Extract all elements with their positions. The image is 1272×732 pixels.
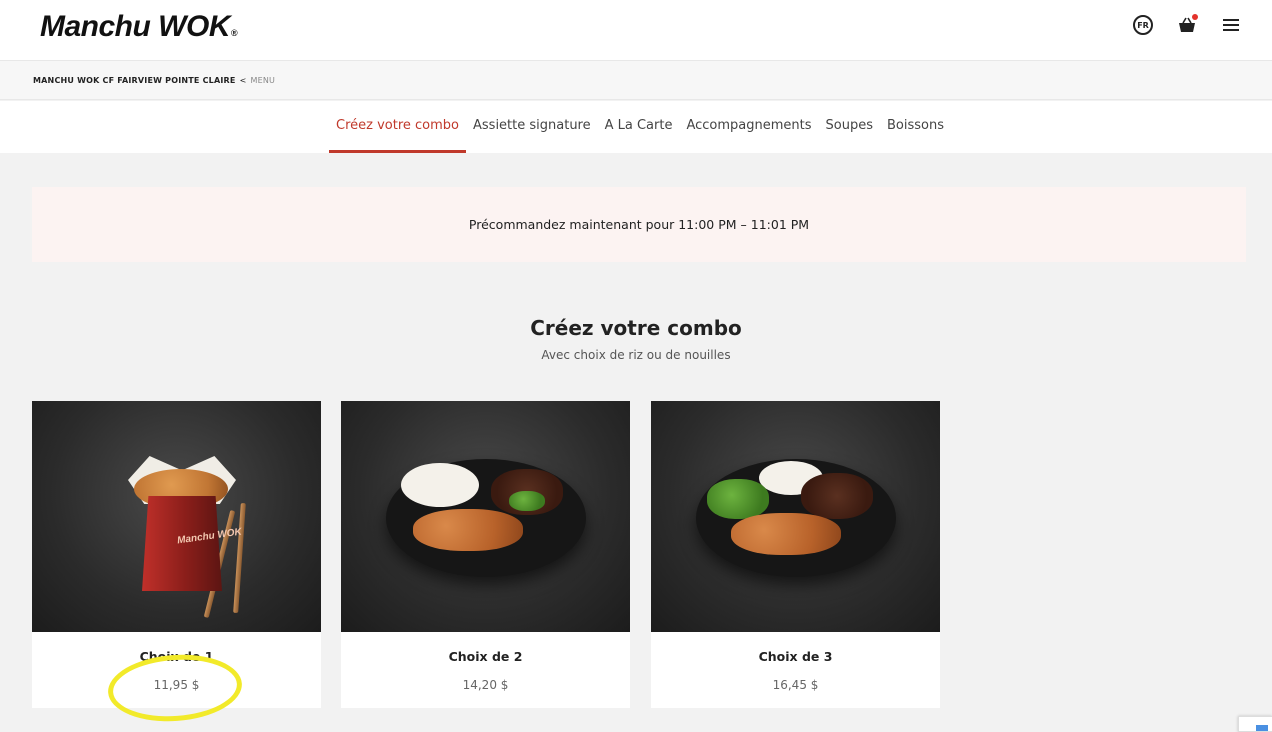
combo-card-choix-2[interactable]: Choix de 2 14,20 $ bbox=[341, 401, 630, 708]
breadcrumb-store-link[interactable]: MANCHU WOK CF FAIRVIEW POINTE CLAIRE bbox=[33, 76, 236, 85]
logo-text: Manchu WOK bbox=[40, 10, 231, 43]
cart-notification-dot bbox=[1192, 14, 1198, 20]
header-icons: FR bbox=[1132, 14, 1242, 36]
section-subtitle: Avec choix de riz ou de nouilles bbox=[541, 348, 731, 362]
breadcrumb: MANCHU WOK CF FAIRVIEW POINTE CLAIRE < MEN… bbox=[33, 76, 275, 85]
combo-image-takeout-box: Manchu WOK bbox=[32, 401, 321, 632]
combo-image-plate-2 bbox=[341, 401, 630, 632]
preorder-text: Précommandez maintenant pour 11:00 PM – … bbox=[468, 217, 810, 232]
hamburger-icon bbox=[1223, 19, 1239, 31]
cart-icon[interactable] bbox=[1176, 14, 1198, 36]
tab-accompagnements[interactable]: Accompagnements bbox=[679, 101, 818, 153]
tab-creez-votre-combo[interactable]: Créez votre combo bbox=[329, 101, 466, 153]
language-label: FR bbox=[1133, 15, 1153, 35]
combo-card-choix-1[interactable]: Manchu WOK Choix de 1 11,95 $ bbox=[32, 401, 321, 708]
language-icon[interactable]: FR bbox=[1132, 14, 1154, 36]
site-header: Manchu WOK® FR bbox=[0, 0, 1272, 60]
category-tabs: Créez votre combo Assiette signature A L… bbox=[0, 101, 1272, 153]
manchu-wok-logo[interactable]: Manchu WOK® bbox=[40, 10, 238, 44]
menu-icon[interactable] bbox=[1220, 14, 1242, 36]
breadcrumb-separator: < bbox=[239, 76, 247, 85]
combo-name: Choix de 1 bbox=[139, 649, 214, 664]
combo-price: 16,45 $ bbox=[772, 678, 819, 692]
combo-name: Choix de 3 bbox=[758, 649, 833, 664]
combo-price: 11,95 $ bbox=[153, 678, 200, 692]
combo-name: Choix de 2 bbox=[448, 649, 523, 664]
breadcrumb-bar: MANCHU WOK CF FAIRVIEW POINTE CLAIRE < MEN… bbox=[0, 60, 1272, 100]
tab-soupes[interactable]: Soupes bbox=[819, 101, 880, 153]
breadcrumb-current: MENU bbox=[250, 76, 276, 85]
tab-boissons[interactable]: Boissons bbox=[880, 101, 951, 153]
preorder-banner: Précommandez maintenant pour 11:00 PM – … bbox=[32, 187, 1246, 262]
recaptcha-badge[interactable] bbox=[1238, 716, 1272, 732]
combo-image-plate-3 bbox=[651, 401, 940, 632]
tab-a-la-carte[interactable]: A La Carte bbox=[598, 101, 680, 153]
section-title: Créez votre combo bbox=[530, 316, 742, 340]
tab-assiette-signature[interactable]: Assiette signature bbox=[466, 101, 598, 153]
combo-card-choix-3[interactable]: Choix de 3 16,45 $ bbox=[651, 401, 940, 708]
logo-registered-mark: ® bbox=[231, 28, 238, 38]
combo-price: 14,20 $ bbox=[462, 678, 509, 692]
